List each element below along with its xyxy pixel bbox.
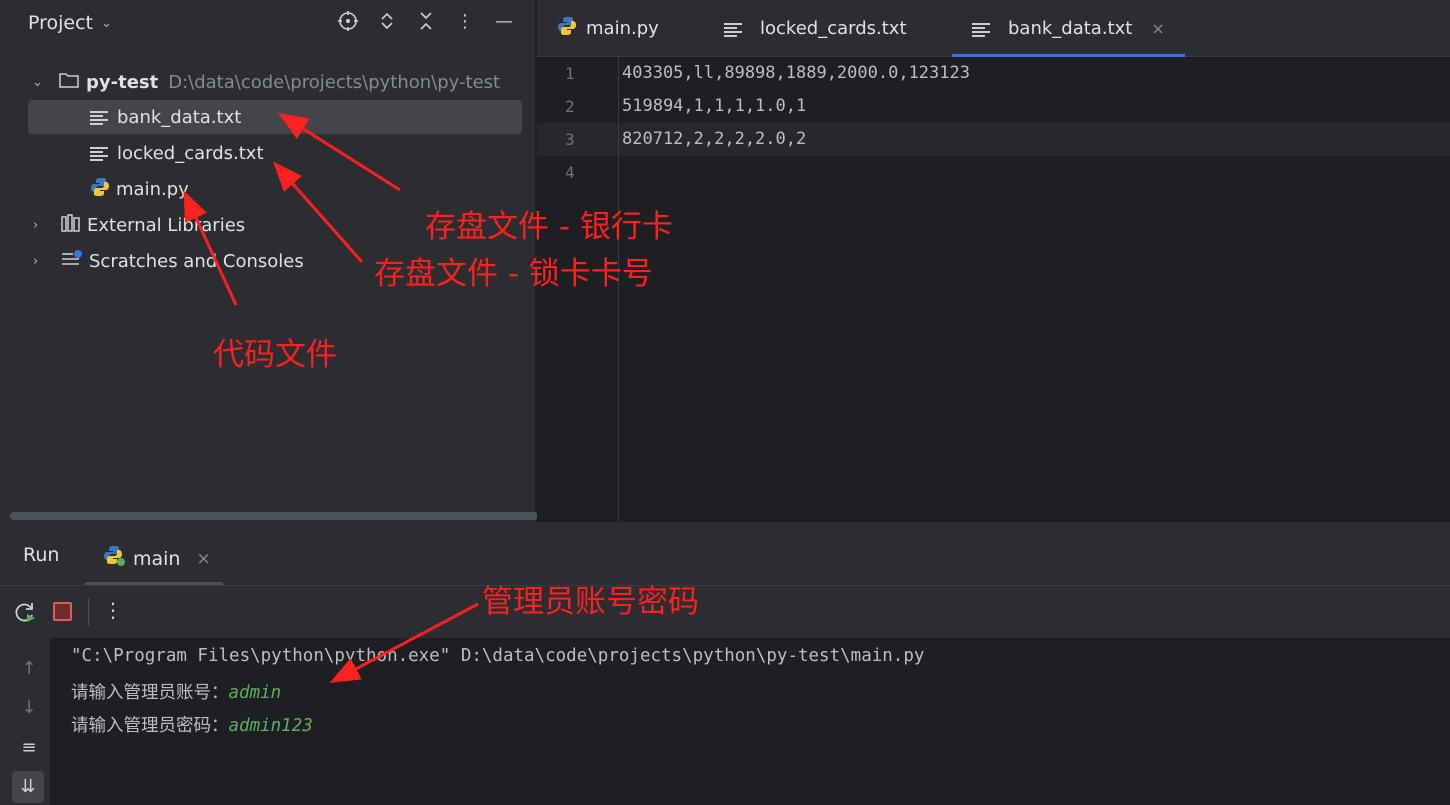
chevron-down-icon: ⌄ [101, 15, 112, 31]
code-line[interactable]: 403305,ll,89898,1889,2000.0,123123 [622, 63, 970, 83]
console-side-toolbar: ↑ ↓ ≡ ⇊ [0, 638, 50, 805]
close-icon[interactable]: × [196, 549, 210, 569]
console-output[interactable]: "C:\Program Files\python\python.exe" D:\… [50, 638, 1450, 805]
chevron-right-icon[interactable]: › [33, 254, 38, 269]
stop-icon[interactable] [53, 602, 72, 621]
file-name: main.py [116, 178, 189, 200]
collapse-all-icon[interactable] [414, 10, 438, 34]
project-title: Project [28, 12, 94, 34]
locate-icon[interactable] [336, 10, 360, 34]
tab-locked-cards[interactable]: locked_cards.txt [724, 0, 907, 57]
console-line-password: 请输入管理员密码：admin123 [71, 712, 313, 737]
arrow-up-icon[interactable]: ↑ [16, 656, 42, 682]
run-tab-main[interactable]: main × [85, 532, 223, 585]
tab-bank-data[interactable]: bank_data.txt × [952, 0, 1185, 57]
python-icon [90, 177, 110, 202]
arrow-down-icon[interactable]: ↓ [16, 695, 42, 721]
rerun-icon[interactable] [13, 600, 37, 628]
file-name: bank_data.txt [117, 106, 242, 128]
chevron-down-icon[interactable]: ⌄ [32, 75, 43, 90]
editor: main.py locked_cards.txt bank_data.txt ×… [537, 0, 1450, 522]
soft-wrap-icon[interactable]: ≡ [16, 735, 42, 761]
toolbar-divider [88, 598, 89, 626]
editor-tab-bar: main.py locked_cards.txt bank_data.txt × [537, 0, 1450, 57]
root-folder-name: py-test [86, 71, 159, 93]
python-run-icon [103, 545, 125, 572]
text-file-icon [90, 110, 108, 125]
console-prompt: 请输入管理员密码： [71, 716, 229, 736]
folder-icon [59, 72, 79, 93]
console-line-account: 请输入管理员账号：admin [71, 679, 281, 704]
line-number: 2 [565, 97, 575, 116]
tree-file-locked-cards[interactable]: locked_cards.txt [28, 136, 522, 170]
run-panel: Run main × ⋮ ↑ ↓ ≡ ⇊ "C:\Program Files\p… [0, 522, 1450, 805]
close-icon[interactable]: × [1151, 19, 1164, 38]
annotation-code-file: 代码文件 [213, 337, 337, 373]
run-toolbar: ⋮ [0, 585, 1450, 637]
annotation-admin: 管理员账号密码 [482, 584, 699, 620]
text-file-icon [90, 146, 108, 161]
more-options-icon[interactable]: ⋮ [453, 10, 477, 34]
tree-root-py-test[interactable]: ⌄ py-test D:\data\code\projects\python\p… [28, 65, 522, 99]
scratches-label: Scratches and Consoles [89, 250, 304, 272]
file-name: locked_cards.txt [117, 142, 264, 164]
console-input: admin123 [228, 716, 313, 736]
console-input: admin [228, 683, 282, 703]
line-number: 3 [565, 130, 575, 149]
horizontal-scrollbar[interactable] [10, 512, 538, 520]
chevron-right-icon[interactable]: › [33, 218, 38, 233]
console-prompt: 请输入管理员账号： [71, 683, 229, 703]
console-command: "C:\Program Files\python\python.exe" D:\… [71, 646, 925, 666]
tree-file-bank-data[interactable]: bank_data.txt [28, 100, 522, 134]
text-file-icon [972, 22, 990, 37]
code-line[interactable]: 820712,2,2,2,2.0,2 [622, 129, 806, 149]
scroll-to-end-icon[interactable]: ⇊ [12, 771, 44, 803]
text-file-icon [724, 22, 742, 37]
line-number: 4 [565, 163, 575, 182]
run-tab-label: main [133, 547, 181, 570]
tab-label: bank_data.txt [1008, 18, 1133, 39]
project-view-selector[interactable]: Project ⌄ [28, 12, 112, 34]
annotation-locked-file: 存盘文件 - 锁卡卡号 [374, 256, 653, 292]
annotation-bank-file: 存盘文件 - 银行卡 [425, 209, 673, 245]
code-line[interactable]: 519894,1,1,1,1.0,1 [622, 96, 806, 116]
python-icon [557, 16, 577, 41]
tab-label: main.py [586, 18, 659, 39]
run-title: Run [23, 544, 60, 566]
root-folder-path: D:\data\code\projects\python\py-test [168, 71, 501, 93]
expand-all-icon[interactable] [375, 10, 399, 34]
tab-label: locked_cards.txt [760, 18, 907, 39]
external-libraries-label: External Libraries [87, 214, 246, 236]
library-icon [61, 213, 81, 237]
more-options-icon[interactable]: ⋮ [103, 598, 123, 622]
scratches-icon [61, 249, 83, 273]
line-number: 1 [565, 64, 575, 83]
minimize-icon[interactable]: — [492, 10, 516, 34]
tab-main-py[interactable]: main.py [557, 0, 659, 57]
